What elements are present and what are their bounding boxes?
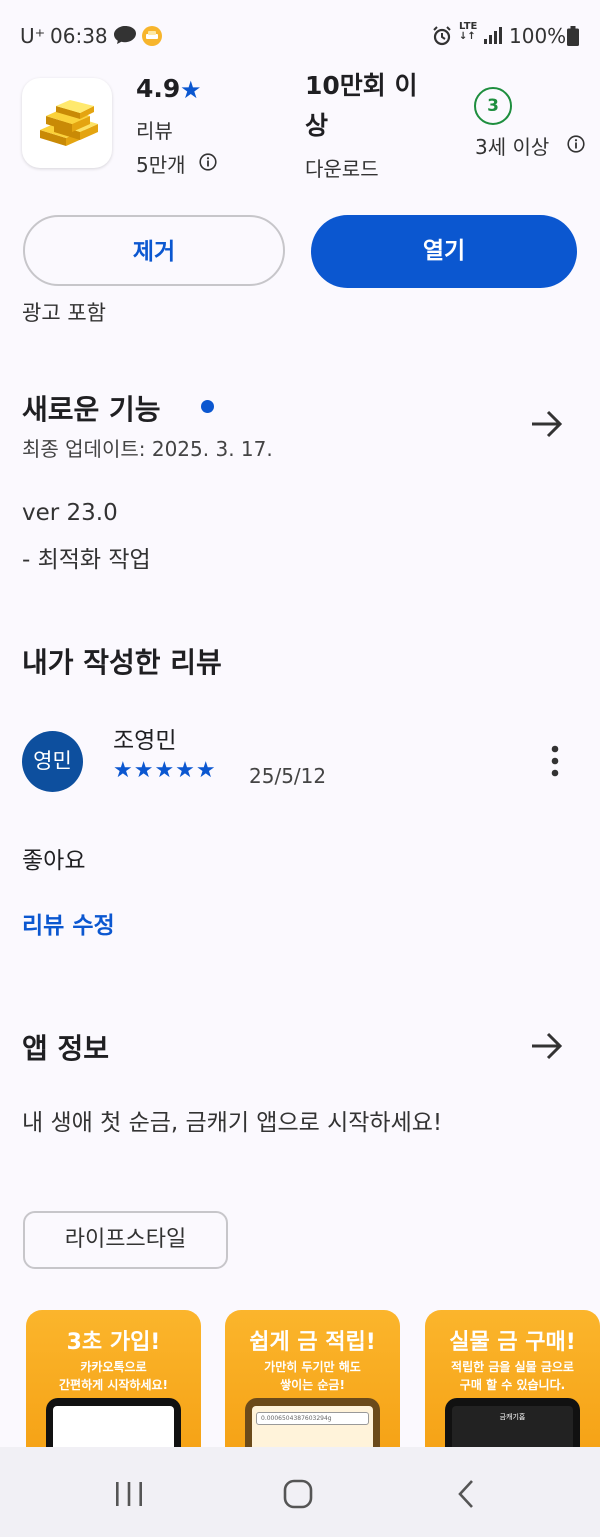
screenshot-subtitle-line: 쌓이는 순금! — [280, 1378, 345, 1392]
arrow-right-icon[interactable] — [530, 408, 564, 444]
reviewer-name: 조영민 — [113, 728, 177, 754]
network-label: LTE — [459, 21, 478, 32]
category-chip[interactable]: 라이프스타일 — [23, 1211, 228, 1269]
my-review-title: 내가 작성한 리뷰 — [22, 646, 222, 679]
downloads-value: 10만회 이상 — [305, 71, 418, 140]
chat-icon — [113, 25, 137, 49]
info-icon[interactable] — [199, 153, 217, 175]
star-icon: ★ — [180, 76, 202, 104]
carrier-label: U⁺ — [20, 24, 46, 48]
edit-review-link[interactable]: 리뷰 수정 — [22, 906, 115, 940]
status-bar: U⁺ 06:38 LTE ↓↑ 100% — [0, 0, 600, 70]
notification-app-icon — [141, 25, 163, 51]
screenshot-subtitle: 카카오톡으로 간편하게 시작하세요! — [26, 1358, 201, 1394]
review-date: 25/5/12 — [249, 764, 327, 788]
avatar: 영민 — [22, 731, 83, 792]
app-description: 내 생애 첫 순금, 금캐기 앱으로 시작하세요! — [22, 1110, 443, 1136]
info-icon[interactable] — [567, 135, 585, 157]
release-note-line: - 최적화 작업 — [22, 547, 151, 573]
uninstall-button[interactable]: 제거 — [23, 215, 285, 286]
arrow-right-icon[interactable] — [530, 1030, 564, 1066]
back-icon[interactable] — [455, 1478, 477, 1514]
screen-title: 금캐기홈 — [499, 1413, 526, 1421]
battery-icon — [567, 26, 579, 50]
age-rating-label: 3세 이상 — [475, 135, 550, 159]
signal-icon — [484, 26, 502, 48]
screenshot-subtitle-line: 적립한 금을 실물 금으로 — [451, 1360, 574, 1374]
screenshot-subtitle-line: 가만히 두기만 해도 — [264, 1360, 361, 1374]
reviews-count: 5만개 — [136, 153, 186, 177]
screenshot-card[interactable]: 쉽게 금 적립! 가만히 두기만 해도 쌓이는 순금! 0.0006504387… — [225, 1310, 400, 1470]
home-icon[interactable] — [282, 1478, 314, 1514]
downloads-label: 다운로드 — [305, 157, 379, 181]
screenshot-subtitle-line: 간편하게 시작하세요! — [58, 1378, 168, 1392]
review-stars: ★★★★★ — [113, 758, 217, 783]
new-indicator-dot — [201, 400, 214, 413]
more-options-icon[interactable] — [545, 745, 565, 781]
ads-notice: 광고 포함 — [22, 301, 106, 325]
screenshot-subtitle: 적립한 금을 실물 금으로 구매 할 수 있습니다. — [425, 1358, 600, 1394]
screenshot-title: 3초 가입! — [66, 1330, 161, 1355]
screen-balance: 0.0006504387603294g — [256, 1412, 369, 1425]
rating-value: 4.9 — [136, 74, 181, 103]
recents-icon[interactable] — [113, 1480, 145, 1512]
reviews-label: 리뷰 — [136, 119, 173, 143]
screenshot-subtitle: 가만히 두기만 해도 쌓이는 순금! — [225, 1358, 400, 1394]
app-info-title[interactable]: 앱 정보 — [22, 1027, 109, 1067]
screenshot-subtitle-line: 구매 할 수 있습니다. — [459, 1378, 566, 1392]
whats-new-title[interactable]: 새로운 기능 — [22, 388, 161, 428]
review-text: 좋아요 — [22, 848, 86, 874]
screenshot-title: 실물 금 구매! — [449, 1330, 576, 1355]
screenshot-card[interactable]: 3초 가입! 카카오톡으로 간편하게 시작하세요! — [26, 1310, 201, 1470]
battery-level: 100% — [509, 24, 567, 48]
status-time: 06:38 — [50, 24, 108, 48]
age-rating-badge: 3 — [474, 87, 512, 125]
open-button[interactable]: 열기 — [311, 215, 577, 288]
screenshot-subtitle-line: 카카오톡으로 — [80, 1360, 147, 1374]
gold-bars-icon[interactable] — [22, 78, 112, 168]
screenshot-title: 쉽게 금 적립! — [249, 1330, 376, 1355]
alarm-icon — [432, 26, 452, 50]
release-note-line: ver 23.0 — [22, 500, 118, 526]
last-updated: 최종 업데이트: 2025. 3. 17. — [22, 437, 273, 461]
screenshot-card[interactable]: 실물 금 구매! 적립한 금을 실물 금으로 구매 할 수 있습니다. 금캐기홈 — [425, 1310, 600, 1470]
lte-icon: LTE ↓↑ — [459, 21, 478, 42]
